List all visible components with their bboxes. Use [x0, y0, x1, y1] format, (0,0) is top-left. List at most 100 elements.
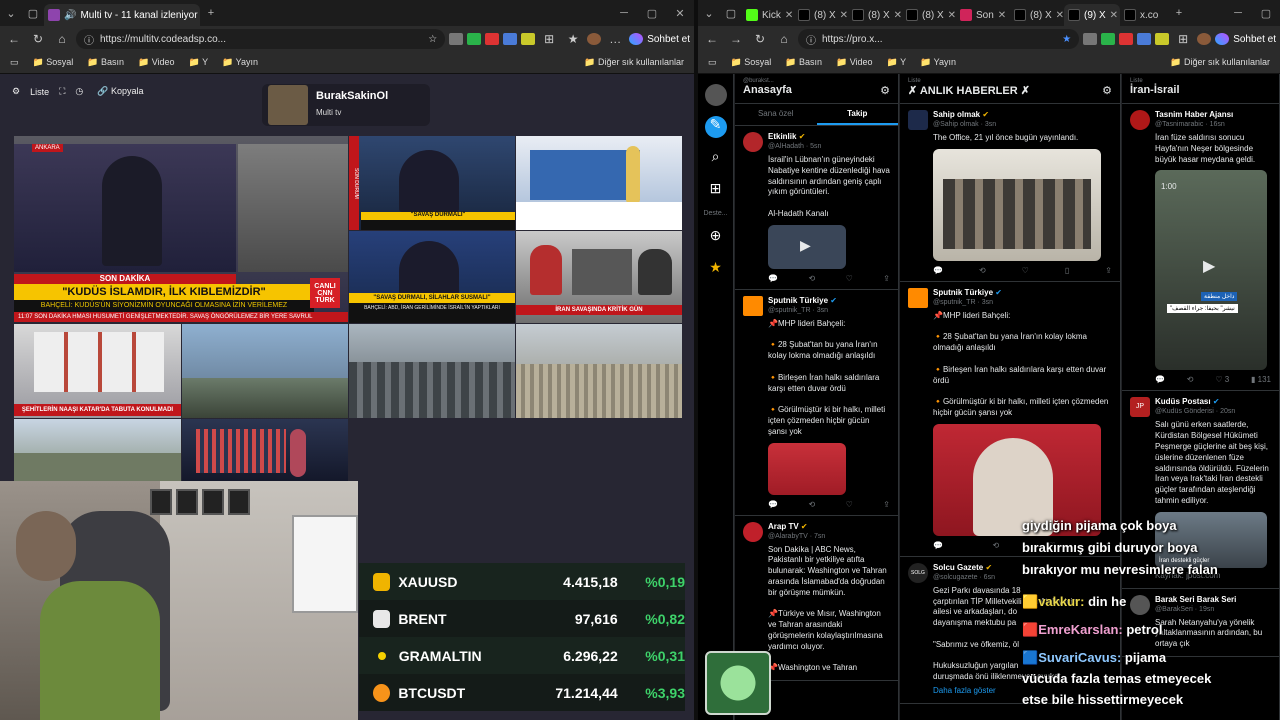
other-favorites-folder[interactable]: 📁 Diğer sık kullanılanlar: [584, 57, 684, 68]
video-tile[interactable]: [516, 136, 682, 230]
like-icon[interactable]: ♡: [1022, 266, 1029, 275]
close-tab-icon[interactable]: ✕: [894, 10, 902, 21]
copilot-chat-button[interactable]: Sohbet et: [629, 33, 690, 45]
bookmark-folder[interactable]: 📁 Sosyal: [731, 57, 772, 68]
favorite-star-icon[interactable]: ★: [1062, 34, 1071, 45]
more-icon[interactable]: …: [605, 32, 625, 46]
home-icon[interactable]: ⌂: [52, 32, 72, 46]
url-field[interactable]: ⓘ https://multitv.codeadsp.co... ☆: [76, 29, 446, 49]
favorites-icon[interactable]: ★: [563, 32, 583, 46]
bookmark-folder[interactable]: 📁 Basın: [785, 57, 822, 68]
maximize-icon[interactable]: ▢: [638, 7, 666, 20]
tab-x[interactable]: (8) X ✕: [902, 4, 956, 26]
settings-icon[interactable]: ⚙: [12, 86, 20, 97]
video-tile[interactable]: [349, 324, 515, 418]
tab-for-you[interactable]: Sana özel: [735, 104, 817, 125]
tab-news[interactable]: Son ✕: [956, 4, 1010, 26]
tweet[interactable]: Etkinlik ✔ @AlHadath · 5sn İsrail'in Lübn…: [735, 126, 898, 290]
tab-x[interactable]: (8) X ✕: [1010, 4, 1064, 26]
url-field[interactable]: ⓘ https://pro.x... ★: [798, 29, 1080, 49]
copilot-chat-button[interactable]: Sohbet et: [1215, 33, 1276, 45]
refresh-icon[interactable]: ↻: [750, 32, 770, 46]
reading-list-icon[interactable]: ▭: [10, 57, 19, 68]
extension-icon[interactable]: [485, 33, 500, 45]
tweet-image[interactable]: [768, 442, 846, 495]
video-tile[interactable]: İRAN SAVAŞINDA KRİTİK GÜN: [516, 231, 682, 323]
new-tab-icon[interactable]: +: [1168, 7, 1190, 19]
bookmark-icon[interactable]: ▯: [1065, 266, 1069, 275]
retweet-icon[interactable]: ⟲: [992, 541, 999, 550]
channel-card[interactable]: BurakSakinOl Multi tv: [262, 84, 430, 126]
timer-icon[interactable]: ◷: [75, 86, 83, 97]
close-tab-icon[interactable]: ✕: [840, 10, 848, 21]
profile-avatar[interactable]: [1197, 33, 1212, 45]
video-tile-main[interactable]: ANKARA SON DAKİKA "KUDÜS İSLAMDIR, İLK K…: [14, 136, 348, 322]
video-tile[interactable]: [516, 324, 682, 418]
tab-x-active[interactable]: (9) X ✕: [1064, 4, 1120, 26]
video-tile[interactable]: "SAVAŞ DURMALI, SİLAHLAR SUSMALI" BAHÇEL…: [349, 231, 515, 323]
tweet[interactable]: JP Kudüs Postası ✔ @Kudüs Gönderisi · 20sn…: [1122, 391, 1279, 589]
reply-icon[interactable]: 💬: [1155, 375, 1165, 384]
tweet[interactable]: Tasnim Haber Ajansı @Tasnimarabic · 16sn …: [1122, 104, 1279, 392]
forward-icon[interactable]: →: [726, 32, 746, 46]
close-tab-icon[interactable]: ✕: [1056, 10, 1064, 21]
video-tile[interactable]: [182, 419, 348, 481]
compose-icon[interactable]: ✎: [704, 116, 727, 138]
like-icon[interactable]: ♡: [846, 274, 853, 283]
new-tab-icon[interactable]: +: [200, 7, 222, 19]
favorite-star-icon[interactable]: ☆: [428, 34, 437, 45]
close-tab-icon[interactable]: ✕: [948, 10, 956, 21]
search-icon[interactable]: ⌕: [705, 148, 727, 170]
retweet-icon[interactable]: ⟲: [808, 274, 815, 283]
extension-icon[interactable]: [1083, 33, 1098, 45]
extension-icon[interactable]: [467, 33, 482, 45]
video-tile[interactable]: ŞEHİTLERİN NAAŞI KATAR'DA TABUTA KONULMA…: [14, 324, 181, 418]
list-button[interactable]: Liste: [30, 87, 49, 97]
extension-icon[interactable]: [1101, 33, 1116, 45]
minimize-icon[interactable]: ─: [1224, 7, 1252, 19]
tweet-video[interactable]: 1:00 ▶ داخل منطقة "نيشر" بحيفا: جراء الق…: [1155, 170, 1267, 371]
views-icon[interactable]: ▮ 131: [1251, 375, 1271, 384]
bookmark-folder[interactable]: 📁 Yayın: [222, 57, 258, 68]
bookmark-folder[interactable]: 📁 Y: [887, 57, 907, 68]
bookmark-folder[interactable]: 📁 Sosyal: [33, 57, 74, 68]
workspaces-icon[interactable]: ▢: [22, 7, 44, 20]
bookmark-folder[interactable]: 📁 Yayın: [920, 57, 956, 68]
bookmark-folder[interactable]: 📁 Y: [189, 57, 209, 68]
close-window-icon[interactable]: ✕: [666, 7, 694, 20]
add-column-icon[interactable]: ⊞: [705, 180, 727, 202]
column-settings-icon[interactable]: ⚙: [1102, 84, 1112, 97]
tweet-image[interactable]: [933, 148, 1101, 261]
column-settings-icon[interactable]: ⚙: [880, 84, 890, 97]
bookmark-folder[interactable]: 📁 Video: [836, 57, 873, 68]
tab-menu-icon[interactable]: ⌄: [0, 7, 22, 20]
retweet-icon[interactable]: ⟲: [979, 266, 986, 275]
tweet[interactable]: Sahip olmak ✔ @Sahip olmak · 3sn The Offi…: [900, 104, 1120, 282]
like-icon[interactable]: ♡: [846, 500, 853, 509]
close-tab-icon[interactable]: ✕: [785, 10, 793, 21]
tab-multitv[interactable]: 🔊 Multi tv - 11 kanal izleniyor ✕: [44, 4, 200, 26]
close-tab-icon[interactable]: ✕: [998, 10, 1006, 21]
extension-icon[interactable]: [1137, 33, 1152, 45]
fullscreen-icon[interactable]: ⛶: [59, 86, 65, 97]
tab-kick[interactable]: Kick ✕: [742, 4, 794, 26]
home-icon[interactable]: ⌂: [774, 32, 794, 46]
reply-icon[interactable]: 💬: [768, 500, 778, 509]
tweet[interactable]: Sputnik Türkiye ✔ @sputnik_TR · 3sn 📌MHP …: [900, 282, 1120, 557]
profile-avatar[interactable]: [587, 33, 602, 45]
close-tab-icon[interactable]: ✕: [1110, 10, 1118, 21]
extension-icon[interactable]: [521, 33, 536, 45]
retweet-icon[interactable]: ⟲: [808, 500, 815, 509]
copy-button[interactable]: 🔗 Kopyala: [97, 86, 143, 97]
workspaces-icon[interactable]: ▢: [720, 7, 742, 20]
deck-add-icon[interactable]: ⊕: [705, 227, 727, 249]
refresh-icon[interactable]: ↻: [28, 32, 48, 46]
reply-icon[interactable]: 💬: [933, 541, 943, 550]
extension-icon[interactable]: [1119, 33, 1134, 45]
extension-icon[interactable]: [449, 33, 464, 45]
tweet[interactable]: Sputnik Türkiye ✔ @sputnik_TR · 3sn 📌MHP …: [735, 290, 898, 516]
reading-list-icon[interactable]: ▭: [708, 57, 717, 68]
share-icon[interactable]: ⇪: [883, 274, 890, 283]
reply-icon[interactable]: 💬: [933, 266, 943, 275]
video-tile[interactable]: SON DURUM "SAVAŞ DURMALI": [349, 136, 515, 230]
